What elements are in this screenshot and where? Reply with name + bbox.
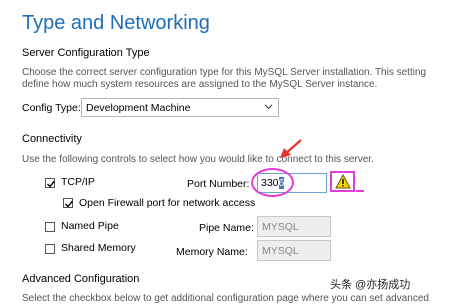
pipe-name-input[interactable]: MYSQL <box>257 216 331 237</box>
tcpip-label: TCP/IP <box>61 176 95 188</box>
shared-memory-label: Shared Memory <box>61 242 136 254</box>
server-config-description-line1: Choose the correct server configuration … <box>22 67 427 78</box>
tcpip-checkbox[interactable] <box>45 178 56 188</box>
pipe-name-label: Pipe Name: <box>199 222 254 234</box>
memory-name-value: MYSQL <box>262 245 299 257</box>
port-number-label: Port Number: <box>187 178 250 190</box>
checkmark-icon <box>65 200 74 208</box>
page-title: Type and Networking <box>22 12 210 34</box>
named-pipe-checkbox[interactable] <box>45 222 55 232</box>
config-type-select[interactable]: Development Machine <box>81 98 279 117</box>
named-pipe-label: Named Pipe <box>61 220 119 232</box>
firewall-label: Open Firewall port for network access <box>79 197 256 209</box>
checkmark-icon <box>47 180 56 188</box>
connectivity-description: Use the following controls to select how… <box>22 154 374 165</box>
config-type-label: Config Type: <box>22 102 81 114</box>
server-config-heading: Server Configuration Type <box>22 47 150 59</box>
config-type-value: Development Machine <box>86 102 191 114</box>
annotation-box <box>330 171 355 192</box>
watermark: 头条 @亦扬成功 <box>330 279 411 291</box>
server-config-description-line2: define how much system resources are ass… <box>22 79 378 90</box>
advanced-config-heading: Advanced Configuration <box>22 273 140 285</box>
red-arrow-icon <box>280 139 302 158</box>
warning-triangle-icon <box>335 174 351 189</box>
pipe-name-value: MYSQL <box>262 221 299 233</box>
chevron-down-icon <box>264 104 273 110</box>
firewall-checkbox[interactable] <box>63 198 74 208</box>
connectivity-heading: Connectivity <box>22 133 82 145</box>
memory-name-input[interactable]: MYSQL <box>257 240 331 261</box>
advanced-config-description: Select the checkbox below to get additio… <box>22 293 429 304</box>
memory-name-label: Memory Name: <box>176 246 248 258</box>
shared-memory-checkbox[interactable] <box>45 244 55 254</box>
annotation-tick <box>356 190 364 192</box>
annotation-ellipse <box>251 168 294 197</box>
